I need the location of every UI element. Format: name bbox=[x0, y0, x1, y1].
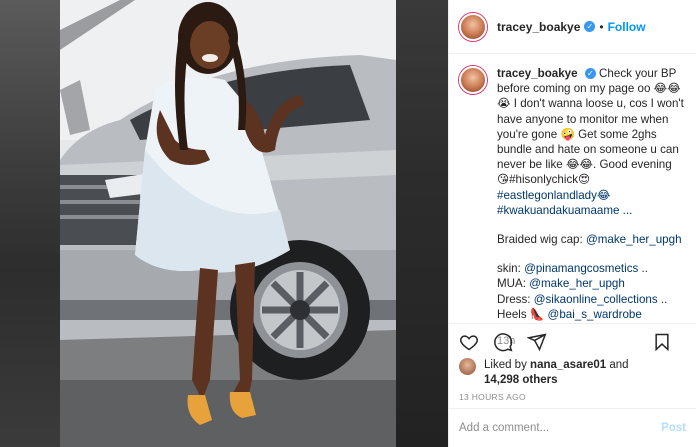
author-avatar[interactable] bbox=[459, 12, 487, 41]
action-bar bbox=[459, 330, 686, 354]
author-username[interactable]: tracey_boakye bbox=[497, 20, 580, 34]
likes-and: and bbox=[609, 359, 629, 371]
credit-suffix: .. bbox=[657, 292, 668, 306]
separator-dot: • bbox=[599, 19, 604, 34]
comment-input[interactable] bbox=[459, 422, 662, 434]
credit-suffix: .. bbox=[638, 262, 648, 276]
liker-avatar[interactable] bbox=[459, 358, 476, 375]
verified-badge-icon: ✓ bbox=[584, 68, 596, 80]
credit-handle[interactable]: @make_her_upgh bbox=[586, 233, 682, 246]
caption-area: tracey_boakye ✓ Check your BP before com… bbox=[449, 54, 696, 349]
right-blurred-background bbox=[396, 0, 448, 447]
credit-handle[interactable]: @bai_s_wardrobe bbox=[548, 308, 642, 321]
caption-line: 😭 I don't wanna loose u, cos I won't hav… bbox=[497, 97, 684, 187]
hashtag-link[interactable]: #kwakuandakuamaame ... bbox=[497, 204, 632, 217]
likes-text: Liked by nana_asare01 and 14,298 others bbox=[484, 358, 629, 388]
post-comment-button[interactable]: Post bbox=[661, 422, 686, 434]
credit-label: skin: bbox=[497, 262, 521, 276]
credit-handle[interactable]: @pinamangcosmetics bbox=[524, 262, 638, 275]
post-image-illustration bbox=[60, 0, 396, 447]
liker-username[interactable]: nana_asare01 bbox=[530, 359, 606, 371]
credit-handle[interactable]: @sikaonline_collections bbox=[534, 293, 658, 306]
credit-label: Dress: bbox=[497, 292, 531, 306]
like-icon[interactable] bbox=[459, 332, 479, 352]
caption-author-avatar[interactable] bbox=[459, 66, 487, 94]
credit-label: Braided wig cap: bbox=[497, 233, 583, 247]
bookmark-icon[interactable] bbox=[652, 332, 672, 352]
post-photo[interactable] bbox=[60, 0, 396, 447]
credit-label: MUA: bbox=[497, 277, 526, 291]
likes-summary: Liked by nana_asare01 and 14,298 others bbox=[459, 358, 686, 388]
likes-count[interactable]: 14,298 others bbox=[484, 374, 558, 386]
hashtag-link[interactable]: #eastlegonlandlady😂 bbox=[497, 189, 610, 202]
posted-time[interactable]: 13 HOURS AGO bbox=[459, 392, 526, 402]
follow-button[interactable]: Follow bbox=[608, 20, 646, 34]
post-details-panel: tracey_boakye ✓ • Follow tracey_boakye ✓… bbox=[448, 0, 696, 447]
post-header: tracey_boakye ✓ • Follow bbox=[449, 0, 696, 54]
liked-by-prefix: Liked by bbox=[484, 359, 527, 371]
left-blurred-background bbox=[0, 0, 60, 447]
share-icon[interactable] bbox=[527, 332, 547, 352]
comment-box: Post bbox=[449, 408, 696, 447]
comment-icon[interactable] bbox=[493, 332, 513, 352]
caption-username[interactable]: tracey_boakye bbox=[497, 67, 578, 80]
caption-text: tracey_boakye ✓ Check your BP before com… bbox=[497, 66, 686, 349]
credit-handle[interactable]: @make_her_upgh bbox=[529, 277, 625, 290]
verified-badge-icon: ✓ bbox=[584, 21, 596, 32]
credit-label: Heels 👠 bbox=[497, 307, 545, 321]
actions-divider bbox=[449, 323, 696, 324]
